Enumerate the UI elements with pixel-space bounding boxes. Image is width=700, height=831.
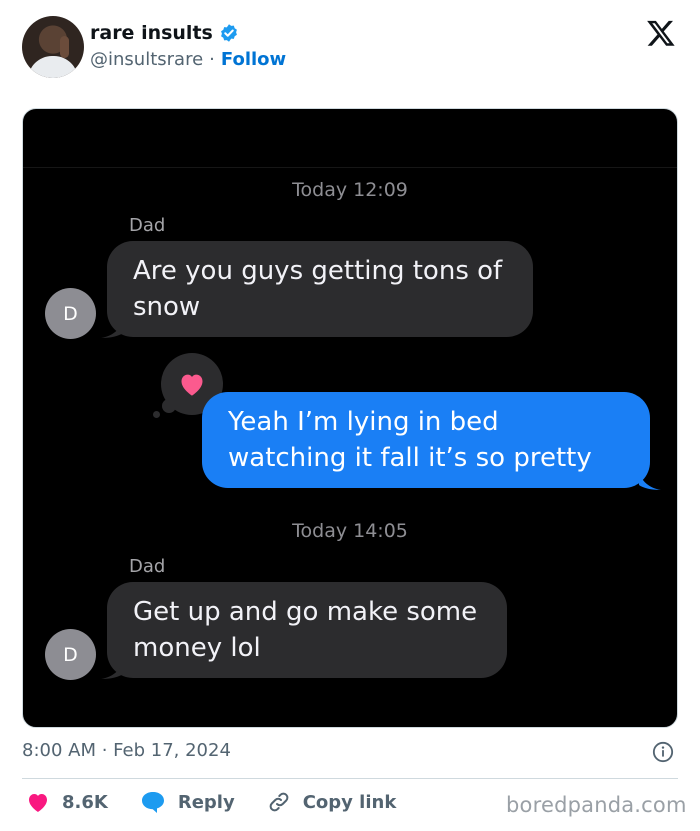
bubble-tail-blue [639, 471, 661, 490]
screenshot-media[interactable]: Today 12:09 Dad Are you guys getting ton… [22, 108, 678, 728]
outgoing-message: Yeah I’m lying in bed watching it fall i… [202, 392, 650, 488]
heart-icon [29, 794, 47, 812]
action-bar: 8.6K Reply Copy link [26, 790, 428, 814]
handle-row: @insultsrare · Follow [90, 49, 286, 70]
heart-reaction-icon [181, 374, 203, 396]
sender-label-2: Dad [129, 556, 166, 577]
author-handle[interactable]: @insultsrare [90, 49, 203, 70]
sender-label-1: Dad [129, 215, 166, 236]
link-icon [269, 792, 289, 812]
reply-button[interactable]: Reply [140, 790, 235, 814]
handle-separator: · [209, 49, 215, 70]
like-count: 8.6K [62, 791, 108, 813]
author-avatar[interactable] [22, 16, 84, 78]
x-logo-icon[interactable] [646, 18, 676, 48]
follow-button[interactable]: Follow [221, 49, 286, 70]
bubble-tail-1 [101, 319, 123, 338]
author-name-row: rare insults [90, 22, 239, 44]
post-timestamp[interactable]: 8:00 AM · Feb 17, 2024 [22, 740, 231, 761]
copy-link-button[interactable]: Copy link [267, 790, 397, 814]
dad-avatar-1: D [45, 288, 96, 339]
incoming-message-2: Get up and go make some money lol [107, 582, 507, 678]
copy-link-label: Copy link [302, 791, 397, 813]
message-timestamp-2: Today 14:05 [292, 520, 408, 542]
reply-label: Reply [177, 791, 235, 813]
bubble-tail-2 [101, 660, 123, 679]
tweet-card: rare insults @insultsrare · Follow Today… [0, 0, 700, 831]
author-name[interactable]: rare insults [90, 22, 213, 44]
like-button[interactable]: 8.6K [26, 791, 108, 813]
avatar-shirt [28, 56, 78, 78]
incoming-message-1: Are you guys getting tons of snow [107, 241, 533, 337]
dad-avatar-2: D [45, 629, 96, 680]
avatar-hand [60, 36, 69, 58]
footer-divider [22, 778, 678, 779]
info-icon[interactable] [652, 741, 674, 763]
message-timestamp-1: Today 12:09 [292, 179, 408, 201]
media-top-line [23, 167, 677, 168]
reaction-dot-small [153, 411, 160, 418]
verified-badge-icon [220, 24, 237, 42]
boredpanda-watermark: boredpanda.com [506, 793, 687, 817]
reply-icon [141, 792, 164, 813]
